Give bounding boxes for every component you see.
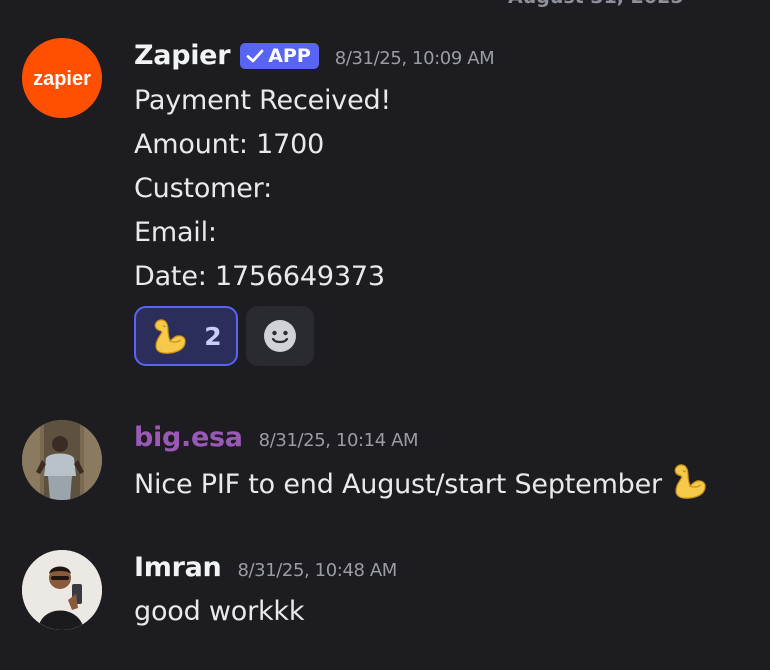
message-line: Email: bbox=[134, 217, 217, 248]
message-header: big.esa 8/31/25, 10:14 AM bbox=[134, 422, 419, 453]
message-line: Amount: 1700 bbox=[134, 129, 325, 160]
app-badge: APP bbox=[240, 42, 319, 69]
flexed-biceps-icon bbox=[154, 319, 187, 354]
message-line: Nice PIF to end August/start September bbox=[134, 461, 710, 515]
chat-view: August 31, 2025 zapier Zapier APP 8/31/2… bbox=[0, 0, 770, 670]
app-badge-label: APP bbox=[268, 44, 311, 67]
message-content: Nice PIF to end August/start September bbox=[134, 461, 710, 515]
timestamp: 8/31/25, 10:09 AM bbox=[334, 48, 495, 69]
date-divider: August 31, 2025 bbox=[508, 0, 684, 8]
message-header: Imran 8/31/25, 10:48 AM bbox=[134, 552, 397, 583]
checkmark-icon bbox=[246, 49, 264, 62]
user-photo-icon bbox=[22, 550, 102, 630]
reaction-count: 2 bbox=[204, 321, 222, 351]
author-name[interactable]: big.esa bbox=[134, 422, 243, 453]
message-header: Zapier APP 8/31/25, 10:09 AM bbox=[134, 40, 495, 71]
avatar[interactable] bbox=[22, 420, 102, 500]
reaction-flexed-biceps[interactable]: 2 bbox=[134, 306, 238, 366]
timestamp: 8/31/25, 10:14 AM bbox=[258, 430, 419, 451]
avatar[interactable]: zapier bbox=[22, 38, 102, 118]
add-reaction-button[interactable] bbox=[246, 306, 314, 366]
author-name[interactable]: Imran bbox=[134, 552, 222, 583]
user-photo-icon bbox=[22, 420, 102, 500]
avatar-logo-text: zapier bbox=[33, 68, 91, 90]
flexed-biceps-icon bbox=[670, 461, 710, 515]
message-line: Payment Received! bbox=[134, 85, 392, 116]
smiley-face-icon bbox=[264, 320, 296, 352]
zapier-logo-icon: zapier bbox=[22, 38, 102, 118]
message-content: Payment Received! Amount: 1700 Customer:… bbox=[134, 79, 391, 299]
message-line: Date: 1756649373 bbox=[134, 261, 385, 292]
message-content: good workkk bbox=[134, 590, 305, 634]
avatar[interactable] bbox=[22, 550, 102, 630]
reactions-bar: 2 bbox=[134, 306, 314, 366]
timestamp: 8/31/25, 10:48 AM bbox=[237, 560, 397, 581]
message-text: good workkk bbox=[134, 596, 305, 627]
author-name[interactable]: Zapier bbox=[134, 40, 231, 71]
message-line: Customer: bbox=[134, 173, 272, 204]
message-text: Nice PIF to end August/start September bbox=[134, 469, 662, 500]
